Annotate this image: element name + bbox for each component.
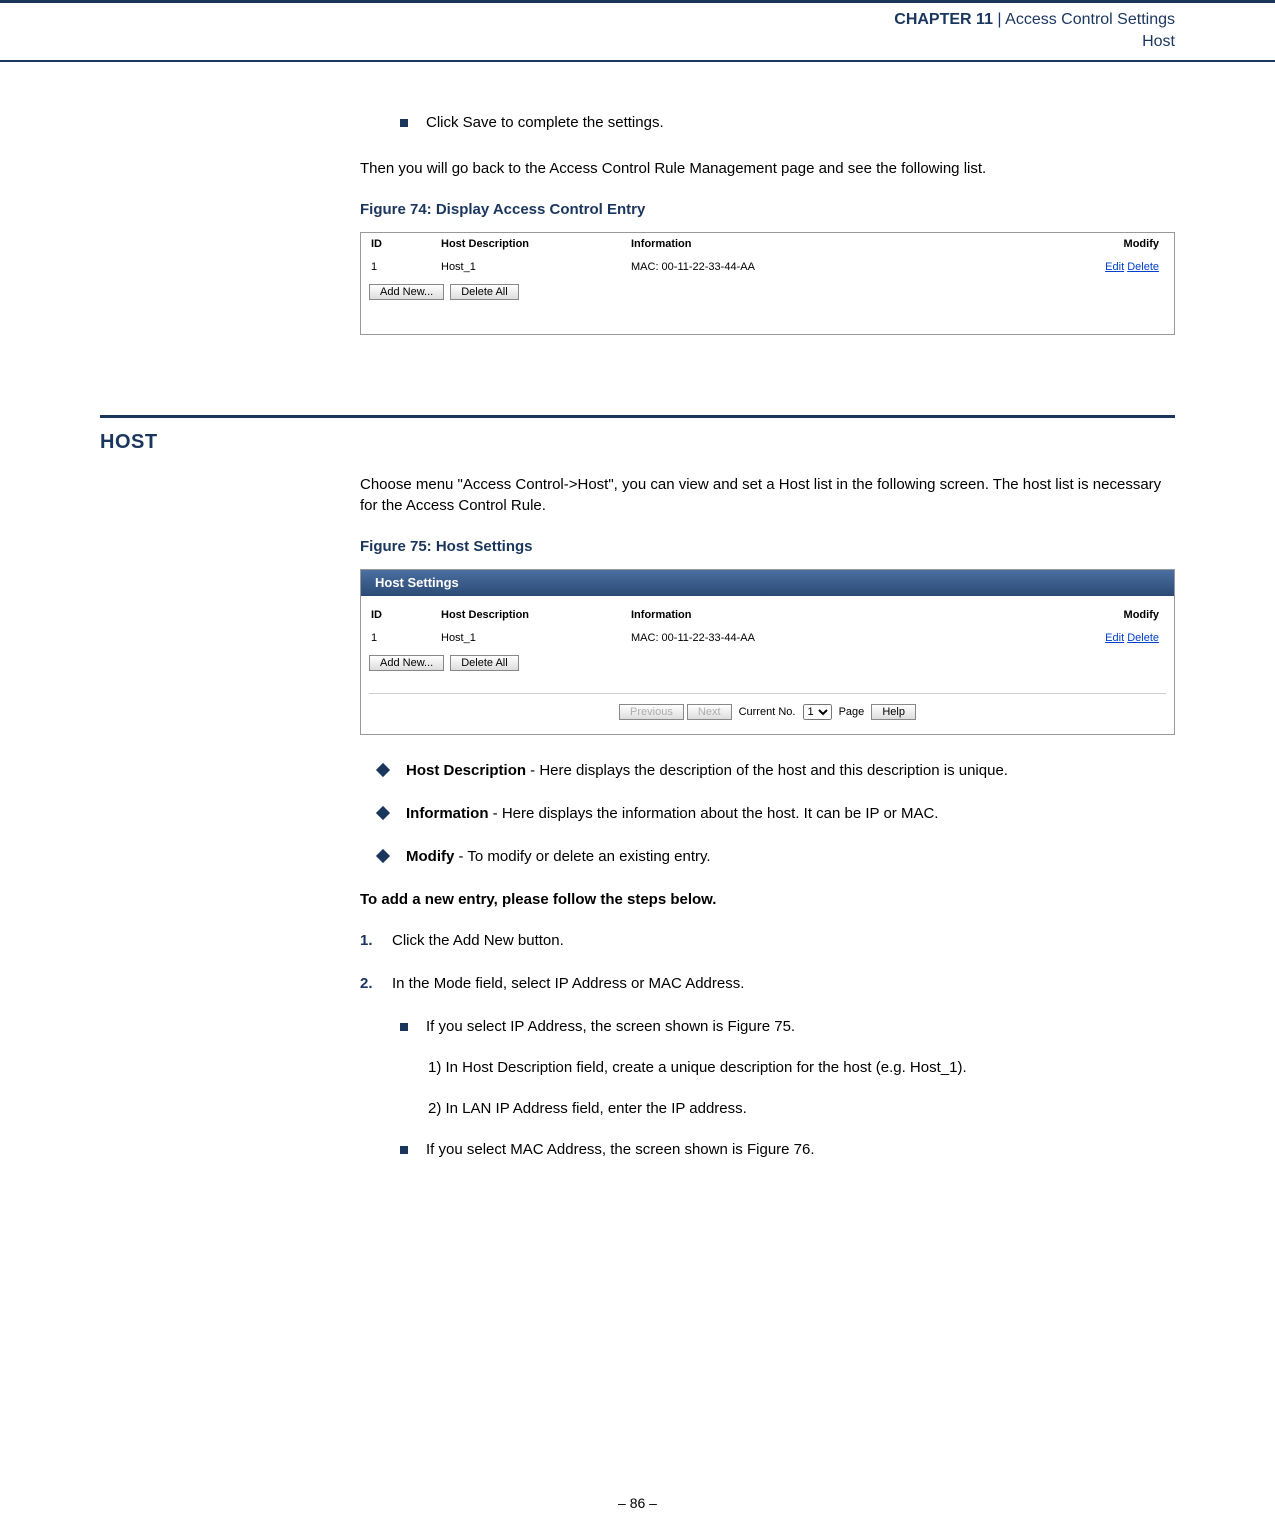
fig75-table: ID Host Description Information Modify 1… [361, 604, 1174, 651]
fig75-row-id: 1 [361, 627, 431, 650]
fig74-row-info: MAC: 00-11-22-33-44-AA [621, 256, 1069, 279]
fig75-current-label: Current No. [739, 706, 796, 718]
figure-75-caption: Figure 75: Host Settings [360, 536, 1175, 557]
chapter-label: CHAPTER 11 [894, 11, 993, 28]
header-subtitle: Host [0, 31, 1175, 53]
fig75-page-select[interactable]: 1 [803, 704, 832, 720]
intro-bullet-text: Click Save to complete the settings. [426, 112, 664, 133]
intro-paragraph: Then you will go back to the Access Cont… [360, 158, 1175, 179]
header-separator: | [993, 11, 1005, 28]
figure-74-caption: Figure 74: Display Access Control Entry [360, 199, 1175, 220]
fig75-prev-button[interactable]: Previous [619, 704, 684, 720]
fig75-col-desc: Host Description [431, 604, 621, 627]
diamond-bullet-icon [376, 763, 390, 777]
desc-text: Information - Here displays the informat… [406, 803, 938, 824]
fig75-row-info: MAC: 00-11-22-33-44-AA [621, 627, 1069, 650]
steps-heading: To add a new entry, please follow the st… [360, 889, 1175, 910]
fig75-delete-all-button[interactable]: Delete All [450, 655, 518, 671]
fig74-delete-all-button[interactable]: Delete All [450, 284, 518, 300]
section-divider [100, 415, 1175, 418]
step-text: In the Mode field, select IP Address or … [392, 973, 744, 994]
fig74-col-info: Information [621, 233, 1069, 256]
fig74-col-id: ID [361, 233, 431, 256]
desc-modify: Modify - To modify or delete an existing… [378, 846, 1175, 867]
fig75-title-bar: Host Settings [361, 570, 1174, 596]
step-2: 2. In the Mode field, select IP Address … [360, 973, 1175, 994]
fig74-table: ID Host Description Information Modify 1… [361, 233, 1174, 280]
desc-information: Information - Here displays the informat… [378, 803, 1175, 824]
step-2-sub-ip-2: 2) In LAN IP Address field, enter the IP… [428, 1098, 1175, 1119]
figure-74-screenshot: ID Host Description Information Modify 1… [360, 232, 1175, 335]
step-1: 1. Click the Add New button. [360, 930, 1175, 951]
figure-75-screenshot: Host Settings ID Host Description Inform… [360, 569, 1175, 735]
fig75-delete-link[interactable]: Delete [1127, 632, 1159, 644]
intro-bullet-row: Click Save to complete the settings. [400, 112, 1175, 133]
fig75-pager: Previous Next Current No. 1 Page Help [361, 694, 1174, 734]
step-number: 1. [360, 930, 380, 951]
fig74-row-id: 1 [361, 256, 431, 279]
step-number: 2. [360, 973, 380, 994]
fig75-col-info: Information [621, 604, 1069, 627]
sub-text: If you select IP Address, the screen sho… [426, 1016, 795, 1037]
fig75-next-button[interactable]: Next [687, 704, 732, 720]
step-text: Click the Add New button. [392, 930, 564, 951]
square-bullet-icon [400, 119, 408, 127]
desc-text: Modify - To modify or delete an existing… [406, 846, 711, 867]
fig74-col-modify: Modify [1069, 233, 1174, 256]
host-paragraph: Choose menu "Access Control->Host", you … [360, 474, 1175, 516]
fig74-col-desc: Host Description [431, 233, 621, 256]
fig75-col-modify: Modify [1069, 604, 1174, 627]
step-2-sub-mac: If you select MAC Address, the screen sh… [400, 1139, 1175, 1160]
diamond-bullet-icon [376, 806, 390, 820]
step-2-sub-ip: If you select IP Address, the screen sho… [400, 1016, 1175, 1037]
fig75-col-id: ID [361, 604, 431, 627]
fig75-edit-link[interactable]: Edit [1105, 632, 1124, 644]
fig74-add-new-button[interactable]: Add New... [369, 284, 444, 300]
fig75-help-button[interactable]: Help [871, 704, 916, 720]
table-row: 1 Host_1 MAC: 00-11-22-33-44-AA Edit Del… [361, 627, 1174, 650]
fig75-add-new-button[interactable]: Add New... [369, 655, 444, 671]
diamond-bullet-icon [376, 849, 390, 863]
fig74-delete-link[interactable]: Delete [1127, 261, 1159, 273]
fig75-row-desc: Host_1 [431, 627, 621, 650]
page-header: CHAPTER 11 | Access Control Settings Hos… [0, 0, 1275, 62]
fig75-divider [369, 675, 1166, 694]
fig74-row-desc: Host_1 [431, 256, 621, 279]
page-footer: – 86 – [0, 1494, 1275, 1514]
step-2-sub-ip-1: 1) In Host Description field, create a u… [428, 1057, 1175, 1078]
fig74-edit-link[interactable]: Edit [1105, 261, 1124, 273]
desc-text: Host Description - Here displays the des… [406, 760, 1008, 781]
square-bullet-icon [400, 1023, 408, 1031]
desc-host-description: Host Description - Here displays the des… [378, 760, 1175, 781]
host-section-heading: HOST [100, 428, 1175, 456]
fig75-page-label: Page [839, 706, 865, 718]
table-row: 1 Host_1 MAC: 00-11-22-33-44-AA Edit Del… [361, 256, 1174, 279]
sub-text: If you select MAC Address, the screen sh… [426, 1139, 815, 1160]
square-bullet-icon [400, 1146, 408, 1154]
header-title: Access Control Settings [1005, 11, 1175, 28]
